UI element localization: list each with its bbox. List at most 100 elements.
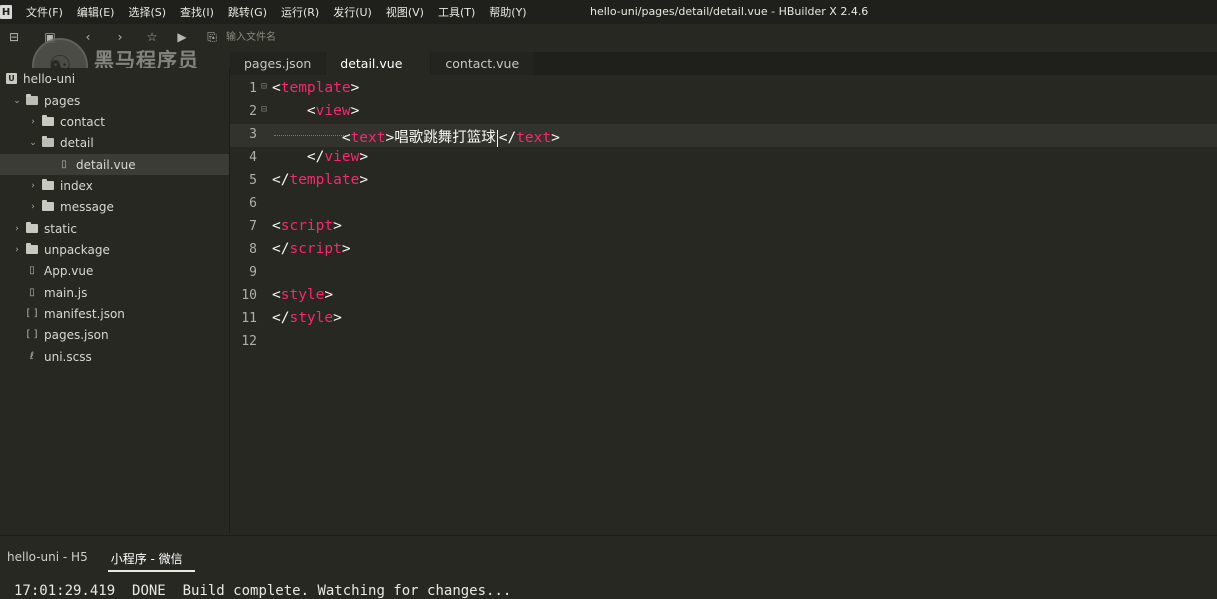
- code-editor[interactable]: 1 ⊟ <template> 2 ⊟ <view> 3 <text>唱歌跳舞打篮…: [230, 78, 1217, 534]
- menu-items: 文件(F) 编辑(E) 选择(S) 查找(I) 跳转(G) 运行(R) 发行(U…: [26, 4, 541, 20]
- tree-folder-unpackage[interactable]: › unpackage: [12, 239, 110, 260]
- line-number: 1: [249, 81, 257, 96]
- code-line: 7 <script>: [230, 216, 1217, 239]
- menu-bar: H 文件(F) 编辑(E) 选择(S) 查找(I) 跳转(G) 运行(R) 发行…: [0, 0, 1217, 24]
- json-file-icon: [ ]: [26, 308, 38, 319]
- run-icon[interactable]: ▶: [174, 29, 190, 45]
- save-icon[interactable]: ▣: [42, 29, 58, 45]
- tree-file-detail-vue[interactable]: ▯ detail.vue: [0, 154, 229, 175]
- folder-icon: [26, 243, 38, 254]
- menu-help[interactable]: 帮助(Y): [489, 4, 526, 20]
- js-file-icon: ▯: [29, 287, 35, 298]
- menu-view[interactable]: 视图(V): [386, 4, 424, 20]
- star-icon[interactable]: ☆: [144, 29, 160, 45]
- tab-detail-vue[interactable]: detail.vue: [326, 52, 431, 75]
- chevron-right-icon: ›: [31, 180, 35, 191]
- console-panel: hello-uni - H5 小程序 - 微信 17:01:29.419 DON…: [0, 535, 1217, 599]
- tag-name: template: [289, 172, 360, 188]
- tree-label: message: [60, 199, 114, 214]
- vue-file-icon: ▯: [29, 265, 35, 276]
- tree-file-pages-json[interactable]: [ ] pages.json: [22, 324, 109, 345]
- fold-icon[interactable]: ⊟: [261, 81, 267, 92]
- tree-label: pages: [44, 93, 81, 108]
- chevron-right-icon: ›: [15, 223, 19, 234]
- menu-find[interactable]: 查找(I): [180, 4, 214, 20]
- menu-select[interactable]: 选择(S): [128, 4, 166, 20]
- tag-name: script: [280, 218, 334, 234]
- tree-label: pages.json: [44, 327, 109, 342]
- tree-label: index: [60, 178, 93, 193]
- tree-folder-message[interactable]: › message: [28, 196, 114, 217]
- console-tab-weixin[interactable]: 小程序 - 微信: [107, 546, 195, 572]
- text-cursor: [496, 129, 498, 147]
- line-number: 2: [249, 104, 257, 119]
- back-icon[interactable]: ‹: [80, 29, 96, 45]
- preview-icon[interactable]: ⎘: [204, 29, 220, 45]
- line-number: 10: [241, 288, 257, 303]
- line-number: 6: [249, 196, 257, 211]
- text-content: 唱歌跳舞打篮球: [394, 130, 496, 146]
- menu-tools[interactable]: 工具(T): [438, 4, 475, 20]
- chevron-right-icon: ›: [31, 201, 35, 212]
- editor-tab-bar: pages.json detail.vue contact.vue: [230, 52, 1217, 75]
- code-line: 2 ⊟ <view>: [230, 101, 1217, 124]
- menu-edit[interactable]: 编辑(E): [77, 4, 115, 20]
- tree-file-main-js[interactable]: ▯ main.js: [22, 282, 87, 303]
- code-text: <text>唱歌跳舞打篮球 </text>: [341, 129, 560, 147]
- menu-publish[interactable]: 发行(U): [333, 4, 372, 20]
- tab-pages-json[interactable]: pages.json: [230, 52, 326, 75]
- panel-icon[interactable]: ⊟: [6, 29, 22, 45]
- tree-label: uni.scss: [44, 349, 92, 364]
- tree-file-app-vue[interactable]: ▯ App.vue: [22, 260, 93, 281]
- folder-icon: [42, 200, 54, 211]
- code-line: 12: [230, 331, 1217, 354]
- tag-name: text: [516, 130, 552, 146]
- folder-icon: [42, 115, 54, 126]
- tree-folder-contact[interactable]: › contact: [28, 111, 105, 132]
- menu-goto[interactable]: 跳转(G): [228, 4, 267, 20]
- code-line: 1 ⊟ <template>: [230, 78, 1217, 101]
- tab-contact-vue[interactable]: contact.vue: [431, 52, 534, 75]
- tree-label: static: [44, 221, 77, 236]
- tree-file-uni-scss[interactable]: ℓ uni.scss: [22, 346, 92, 367]
- chevron-down-icon: ⌄: [13, 95, 21, 106]
- tree-folder-index[interactable]: › index: [28, 175, 93, 196]
- menu-file[interactable]: 文件(F): [26, 4, 63, 20]
- scss-file-icon: ℓ: [29, 351, 35, 362]
- tree-folder-detail[interactable]: ⌄ detail: [28, 132, 94, 153]
- vue-file-icon: ▯: [61, 159, 67, 170]
- code-text: </style>: [272, 310, 342, 326]
- window-title: hello-uni/pages/detail/detail.vue - HBui…: [590, 5, 869, 18]
- code-line: 4 </view>: [230, 147, 1217, 170]
- code-line: 8 </script>: [230, 239, 1217, 262]
- line-number: 7: [249, 219, 257, 234]
- code-line: 10 <style>: [230, 285, 1217, 308]
- line-number: 12: [241, 334, 257, 349]
- tree-folder-pages[interactable]: ⌄ pages: [12, 90, 80, 111]
- tag-name: style: [289, 310, 334, 326]
- json-file-icon: [ ]: [26, 329, 38, 340]
- line-number: 3: [249, 127, 257, 142]
- console-tabs: hello-uni - H5 小程序 - 微信: [0, 546, 195, 572]
- fold-icon[interactable]: ⊟: [261, 104, 267, 115]
- tag-name: template: [280, 80, 351, 96]
- tree-project-root[interactable]: U hello-uni: [2, 68, 75, 89]
- chevron-down-icon: ⌄: [29, 137, 37, 148]
- code-text: </template>: [272, 172, 369, 188]
- tree-label: detail: [60, 135, 94, 150]
- tag-name: view: [315, 103, 351, 119]
- project-sidebar: U hello-uni ⌄ pages › contact ⌄ detail ▯…: [0, 68, 230, 534]
- folder-icon: [26, 222, 38, 233]
- tree-folder-static[interactable]: › static: [12, 218, 77, 239]
- line-number: 4: [249, 150, 257, 165]
- code-text: </view>: [306, 149, 369, 165]
- console-tab-h5[interactable]: hello-uni - H5: [7, 546, 96, 572]
- chevron-right-icon: ›: [15, 244, 19, 255]
- menu-run[interactable]: 运行(R): [281, 4, 319, 20]
- tree-file-manifest-json[interactable]: [ ] manifest.json: [22, 303, 125, 324]
- code-text: <view>: [306, 103, 360, 119]
- forward-icon[interactable]: ›: [112, 29, 128, 45]
- folder-open-icon: [26, 94, 38, 105]
- code-text: <style>: [272, 287, 334, 303]
- file-search-input[interactable]: [222, 28, 530, 46]
